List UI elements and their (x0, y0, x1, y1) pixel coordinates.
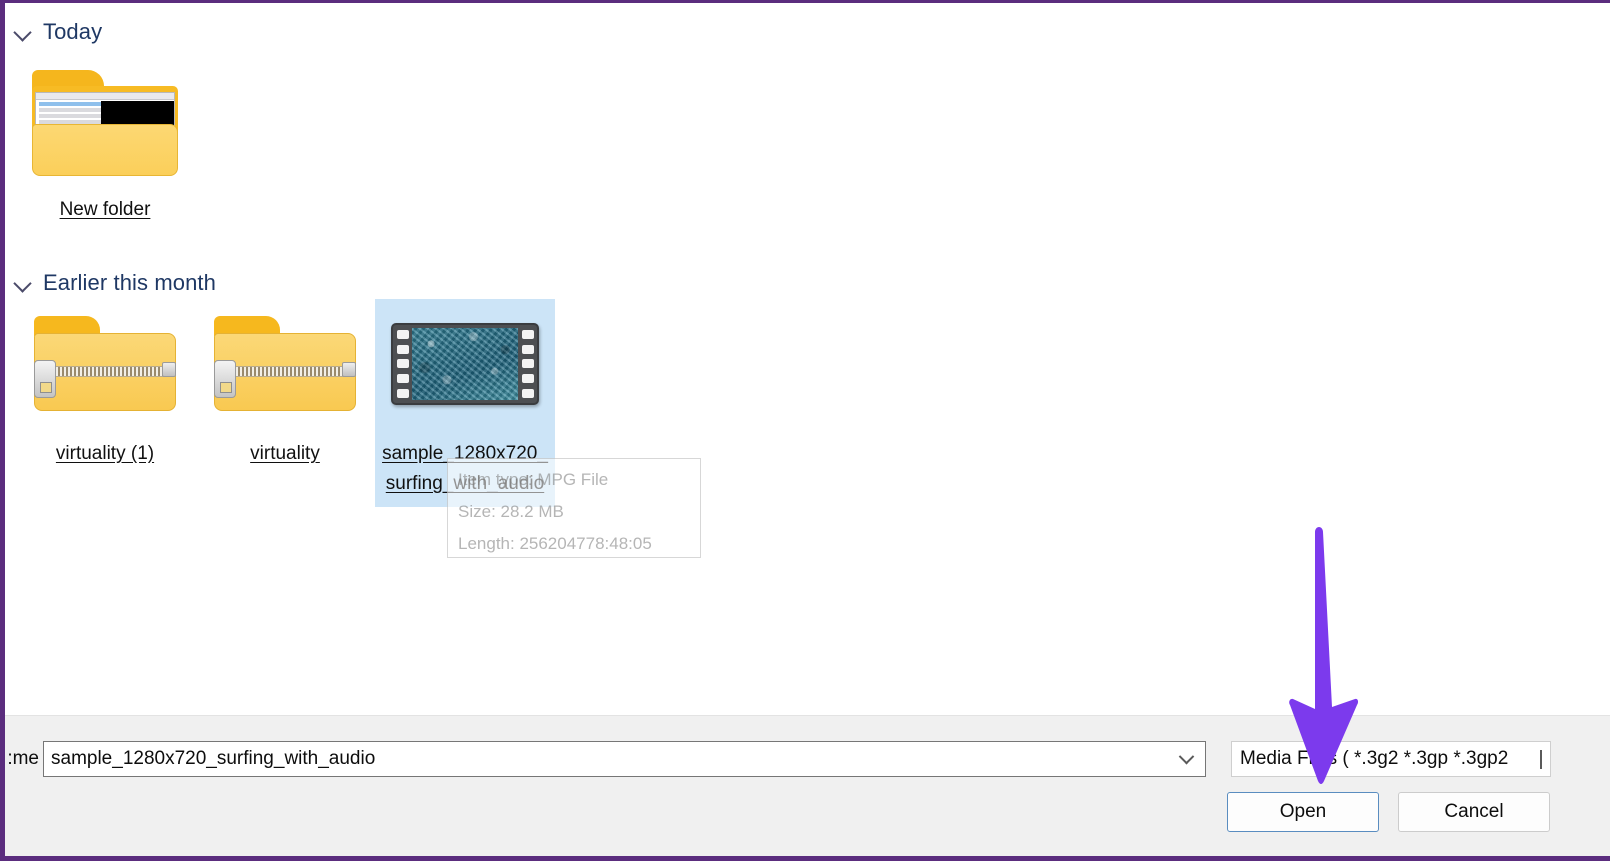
file-tile-label: virtuality (1) (55, 443, 155, 464)
zipped-folder-icon (211, 305, 359, 423)
filename-label: me: (7, 748, 39, 769)
filename-input-value: sample_1280x720_surfing_with_audio (51, 748, 376, 769)
filetype-dropdown-value: Media Files ( *.3g2 *.3gp *.3gp2 (1240, 748, 1509, 769)
tile-row-today: New folder (15, 55, 195, 233)
chevron-down-icon[interactable] (1177, 742, 1195, 776)
group-header-today-label: Today (43, 19, 103, 44)
chevron-down-icon[interactable] (13, 273, 33, 293)
filetype-dropdown[interactable]: Media Files ( *.3g2 *.3gp *.3gp2 (1231, 741, 1551, 777)
open-file-dialog: Today New folder Earlier this month virt… (0, 0, 1610, 861)
tile-row-earlier-this-month: virtuality (1) virtuality sample_1280x72… (15, 299, 555, 507)
cancel-button[interactable]: Cancel (1398, 792, 1550, 832)
file-tile-virtuality-1[interactable]: virtuality (1) (15, 299, 195, 507)
group-header-today[interactable]: Today (5, 19, 102, 45)
filename-input[interactable]: sample_1280x720_surfing_with_audio (43, 741, 1206, 777)
file-tile-virtuality[interactable]: virtuality (195, 299, 375, 507)
file-tile-new-folder[interactable]: New folder (15, 55, 195, 233)
video-file-icon (391, 305, 539, 423)
tooltip-length: Length: 256204778:48:05 (458, 534, 652, 553)
open-button[interactable]: Open (1227, 792, 1379, 832)
group-header-earlier-this-month[interactable]: Earlier this month (5, 270, 216, 296)
chevron-down-icon[interactable] (13, 22, 33, 42)
group-header-earlier-label: Earlier this month (43, 270, 216, 295)
dialog-bottom-bar: me: sample_1280x720_surfing_with_audio M… (5, 715, 1610, 856)
chevron-down-icon[interactable] (1540, 750, 1542, 769)
file-browser-pane[interactable]: Today New folder Earlier this month virt… (5, 3, 1610, 715)
file-tile-sample-video[interactable]: sample_1280x720_surfing_with_audio (375, 299, 555, 507)
file-tile-label: sample_1280x720_surfing_with_audio (382, 443, 548, 494)
file-tile-label: virtuality (250, 443, 320, 464)
zipped-folder-icon (31, 305, 179, 423)
dialog-button-row: Open Cancel (1227, 792, 1550, 832)
folder-with-thumbnail-icon (31, 61, 179, 179)
file-tile-label: New folder (59, 199, 151, 220)
